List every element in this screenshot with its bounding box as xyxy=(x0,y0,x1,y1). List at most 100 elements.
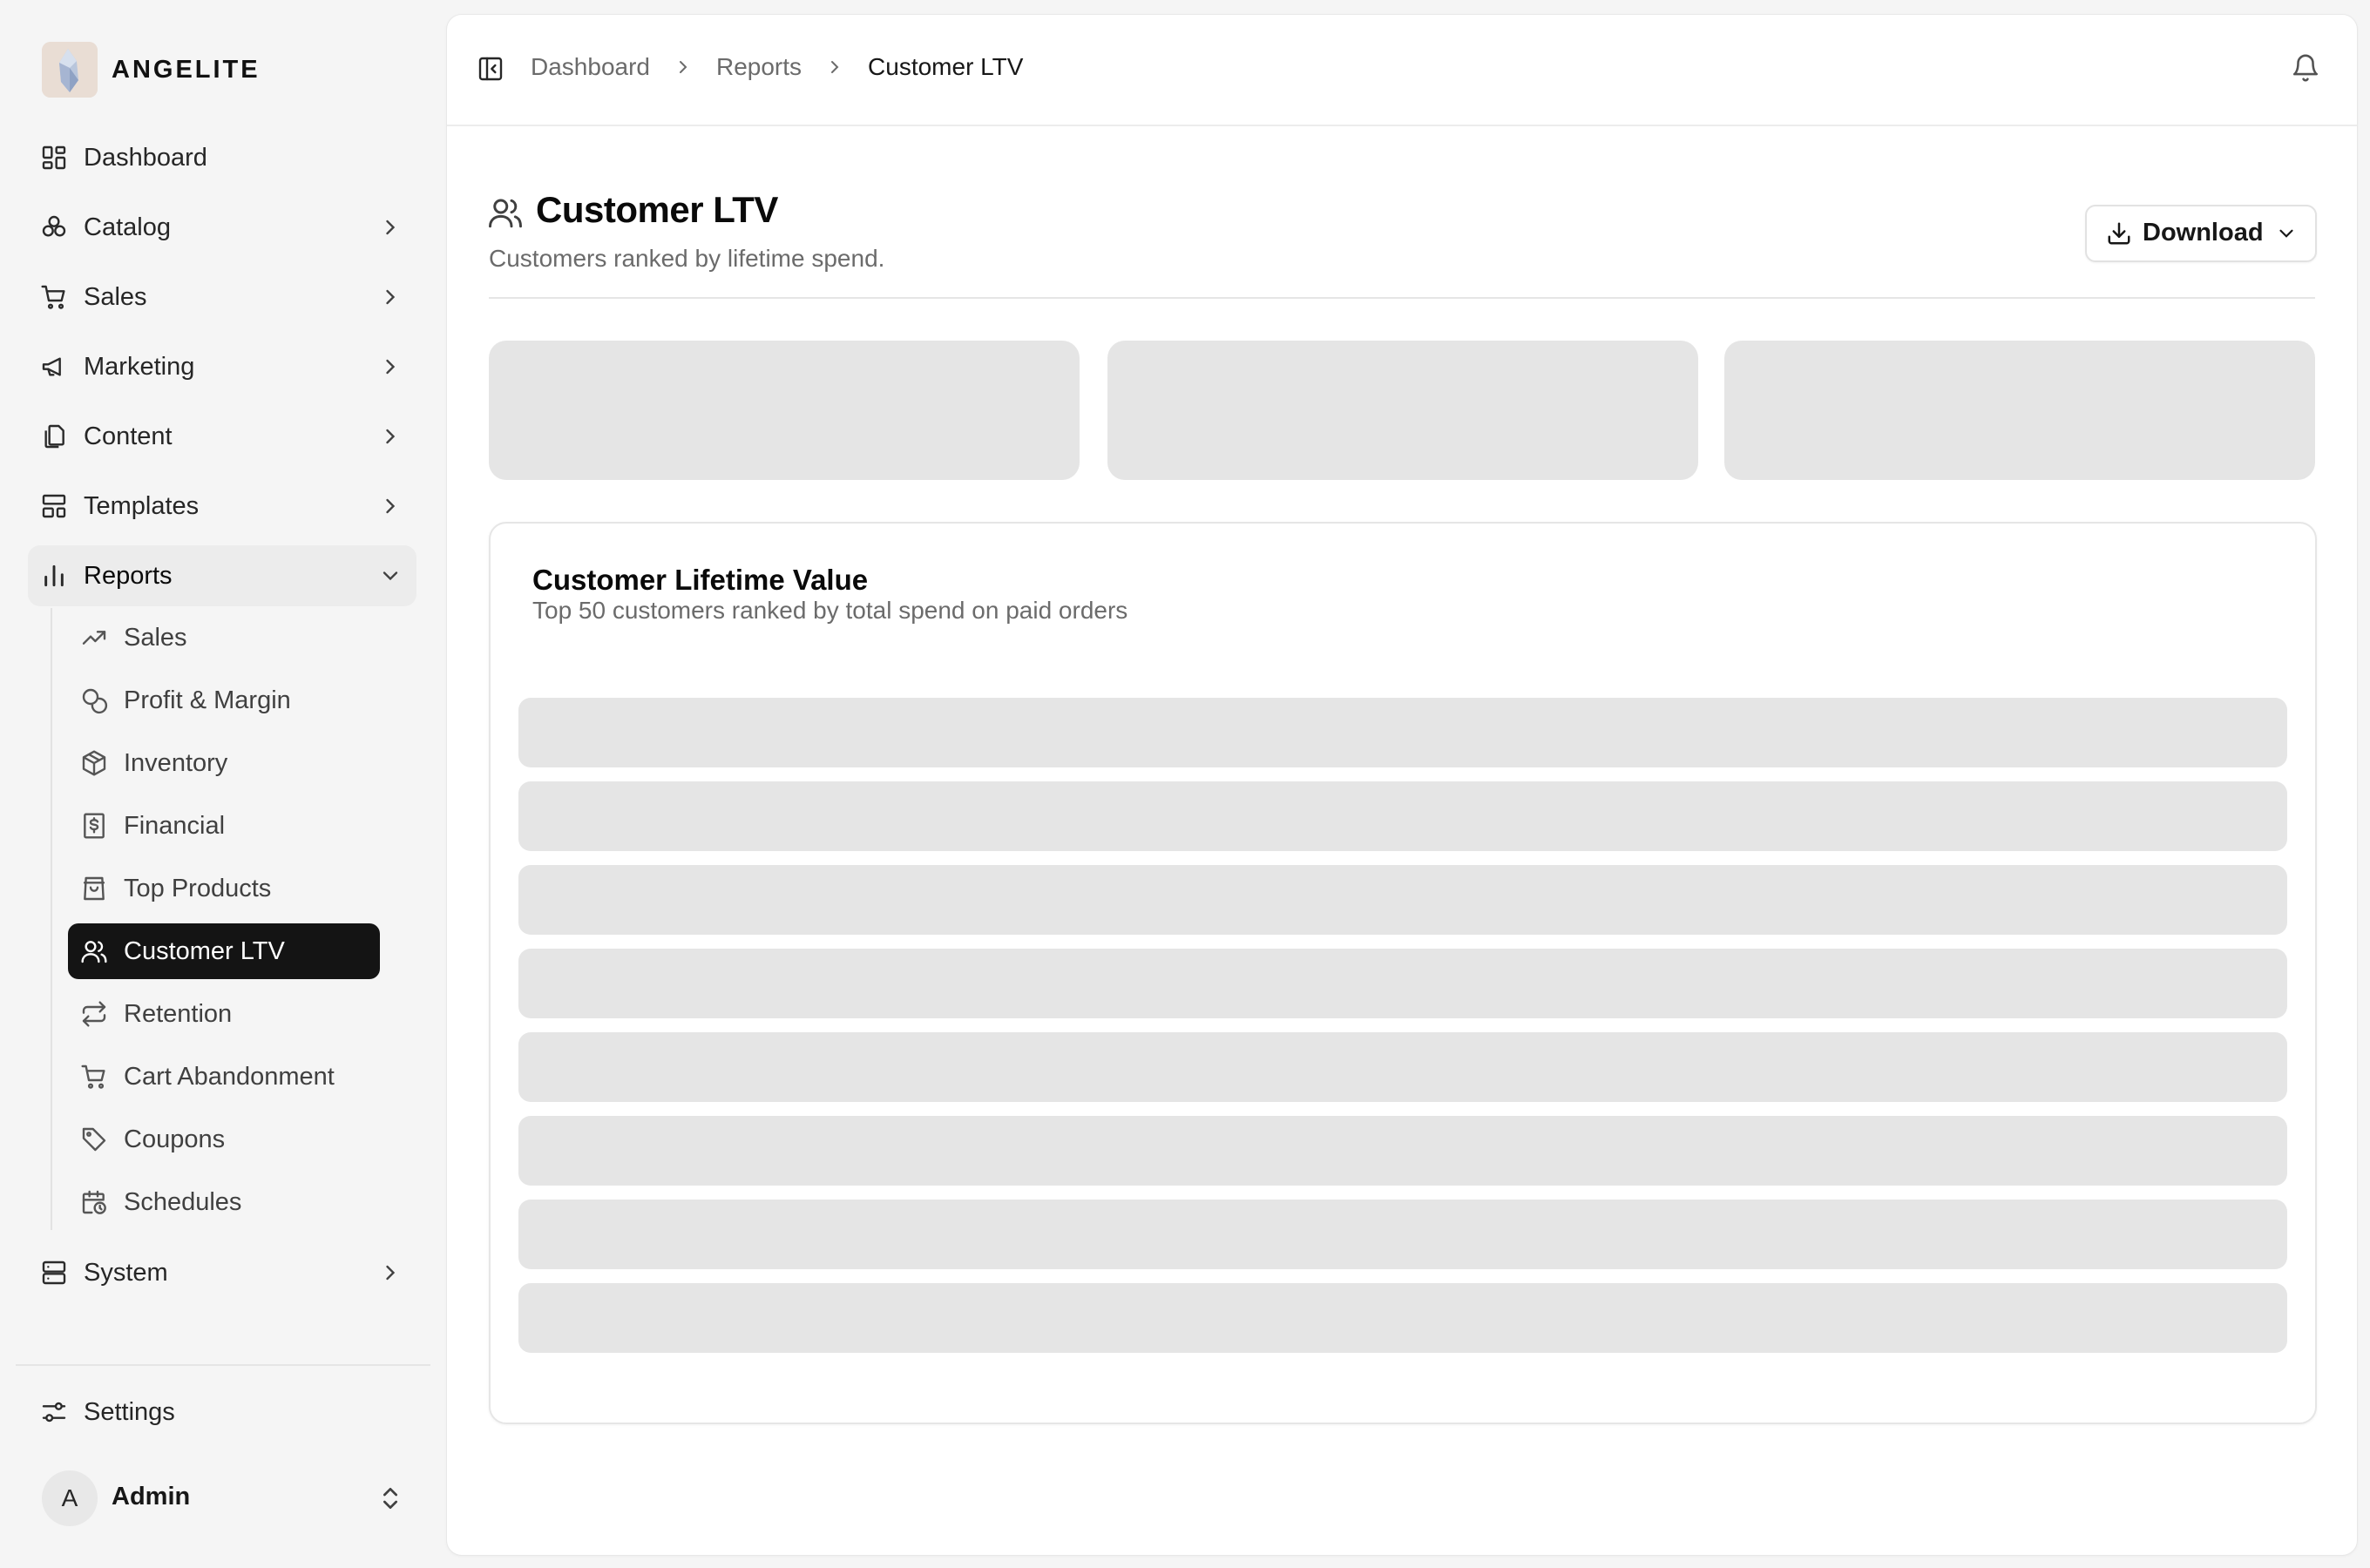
app-root: ANGELITE Dashboard Catalog Sales Marketi… xyxy=(0,0,2370,1568)
user-menu[interactable]: A Admin xyxy=(28,1467,416,1530)
calendar-clock-icon xyxy=(82,1190,106,1214)
page-title: Customer LTV xyxy=(536,189,778,230)
server-icon xyxy=(42,1260,66,1285)
sidebar-subitem-label: Top Products xyxy=(124,874,272,902)
sidebar-item-catalog[interactable]: Catalog xyxy=(28,197,416,258)
sidebar-subitem-label: Financial xyxy=(124,811,226,840)
repeat-icon xyxy=(82,1001,106,1027)
summary-card-skeleton xyxy=(1724,341,2315,480)
chevrons-up-down-icon xyxy=(383,1488,397,1509)
sidebar: ANGELITE Dashboard Catalog Sales Marketi… xyxy=(0,0,444,1568)
sidebar-item-label: Reports xyxy=(84,561,173,590)
chevron-right-icon xyxy=(679,61,687,73)
sidebar-subitem-financial[interactable]: Financial xyxy=(68,798,380,854)
catalog-icon xyxy=(42,215,66,237)
table-row-skeleton xyxy=(518,865,2287,935)
customer-ltv-card: Customer Lifetime Value Top 50 customers… xyxy=(489,522,2317,1424)
sliders-icon xyxy=(42,1402,66,1423)
sidebar-item-reports[interactable]: Reports xyxy=(28,545,416,606)
download-label: Download xyxy=(2143,219,2264,247)
user-name: Admin xyxy=(112,1483,191,1511)
sidebar-item-templates[interactable]: Templates xyxy=(28,476,416,537)
sidebar-item-system[interactable]: System xyxy=(28,1242,416,1303)
sidebar-item-label: Settings xyxy=(84,1397,175,1426)
avatar: A xyxy=(42,1470,98,1526)
bar-chart-icon xyxy=(44,564,64,587)
package-icon xyxy=(82,750,106,776)
table-row-skeleton xyxy=(518,949,2287,1018)
sidebar-subitem-inventory[interactable]: Inventory xyxy=(68,735,380,791)
crystal-logo xyxy=(42,42,98,98)
table-row-skeleton xyxy=(518,1032,2287,1102)
sidebar-item-label: Templates xyxy=(84,491,200,520)
sidebar-subitem-coupons[interactable]: Coupons xyxy=(68,1112,380,1167)
sidebar-subitem-sales[interactable]: Sales xyxy=(68,610,380,666)
cart-icon xyxy=(81,1064,105,1089)
sidebar-item-settings[interactable]: Settings xyxy=(28,1382,416,1443)
table-row-skeleton xyxy=(518,1283,2287,1353)
sidebar-item-content[interactable]: Content xyxy=(28,406,416,467)
sidebar-subitem-label: Cart Abandonment xyxy=(124,1062,335,1091)
sidebar-subitem-retention[interactable]: Retention xyxy=(68,986,380,1042)
shopping-bag-icon xyxy=(83,876,105,901)
chevron-right-icon xyxy=(831,61,839,73)
table-row-skeleton xyxy=(518,781,2287,851)
table-row-skeleton xyxy=(518,1200,2287,1269)
sidebar-subitem-label: Coupons xyxy=(124,1125,226,1153)
sidebar-divider xyxy=(16,1364,430,1366)
coins-icon xyxy=(82,688,108,714)
sidebar-item-label: Dashboard xyxy=(84,143,207,172)
users-icon xyxy=(489,199,522,228)
header-divider xyxy=(489,297,2315,299)
sidebar-subitem-label: Inventory xyxy=(124,748,228,777)
brand[interactable]: ANGELITE xyxy=(42,42,261,98)
summary-card-skeleton xyxy=(1107,341,1698,480)
breadcrumb-dashboard[interactable]: Dashboard xyxy=(531,53,650,81)
sidebar-subitem-customer-ltv[interactable]: Customer LTV xyxy=(68,923,380,979)
sidebar-subitem-label: Profit & Margin xyxy=(124,686,291,714)
main-panel: Dashboard Reports Customer LTV Customer … xyxy=(446,14,2358,1556)
download-icon xyxy=(2108,222,2130,245)
card-title: Customer Lifetime Value xyxy=(532,564,869,596)
chevron-right-icon xyxy=(386,289,396,305)
sidebar-subitem-label: Customer LTV xyxy=(124,936,285,965)
dashboard-icon xyxy=(42,145,66,170)
sidebar-item-label: Catalog xyxy=(84,213,171,241)
sidebar-subitem-top-products[interactable]: Top Products xyxy=(68,861,380,916)
sidebar-item-dashboard[interactable]: Dashboard xyxy=(28,127,416,188)
sidebar-item-label: Marketing xyxy=(84,352,195,381)
brand-name: ANGELITE xyxy=(112,55,261,84)
cart-icon xyxy=(41,285,65,309)
chevron-right-icon xyxy=(386,359,396,375)
sidebar-subitem-schedules[interactable]: Schedules xyxy=(68,1174,380,1230)
sidebar-item-marketing[interactable]: Marketing xyxy=(28,336,416,397)
chevron-down-icon xyxy=(383,571,398,581)
breadcrumb: Dashboard Reports Customer LTV xyxy=(531,53,1023,81)
bell-icon[interactable] xyxy=(2291,53,2320,83)
chevron-down-icon xyxy=(2279,229,2293,238)
sidebar-toggle-icon[interactable] xyxy=(477,55,504,83)
sidebar-item-label: Content xyxy=(84,422,173,450)
users-icon xyxy=(81,941,107,963)
sidebar-item-sales[interactable]: Sales xyxy=(28,267,416,328)
tag-icon xyxy=(82,1127,106,1152)
sidebar-subitem-label: Retention xyxy=(124,999,233,1028)
table-row-skeleton xyxy=(518,698,2287,767)
receipt-dollar-icon xyxy=(84,813,105,839)
sidebar-subitem-cart-abandonment[interactable]: Cart Abandonment xyxy=(68,1049,380,1105)
sidebar-item-label: Sales xyxy=(84,282,147,311)
topbar: Dashboard Reports Customer LTV xyxy=(447,15,2357,126)
breadcrumb-current: Customer LTV xyxy=(868,53,1024,80)
sidebar-subitem-profit-margin[interactable]: Profit & Margin xyxy=(68,672,380,728)
chevron-right-icon xyxy=(386,498,396,514)
chevron-right-icon xyxy=(386,1265,396,1281)
breadcrumb-reports[interactable]: Reports xyxy=(716,53,802,81)
table-row-skeleton xyxy=(518,1116,2287,1186)
submenu-guide-line xyxy=(51,608,52,1230)
sidebar-subitem-label: Schedules xyxy=(124,1187,242,1216)
chevron-right-icon xyxy=(386,429,396,444)
summary-card-skeleton xyxy=(489,341,1080,480)
trending-up-icon xyxy=(82,631,106,645)
download-button[interactable]: Download xyxy=(2085,205,2317,262)
files-icon xyxy=(44,424,64,449)
